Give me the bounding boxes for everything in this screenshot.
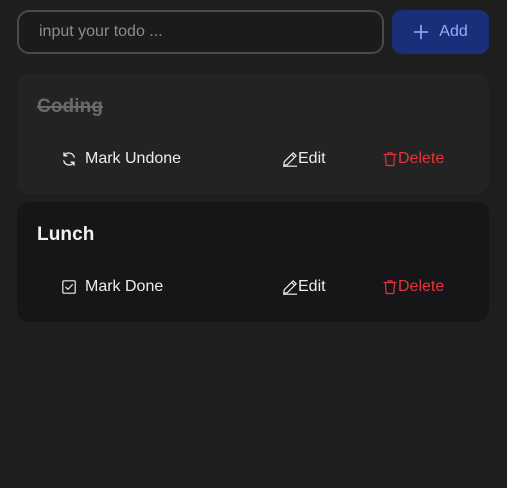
input-row: Add [17, 10, 489, 54]
todo-actions: Mark Undone Edit Delete [17, 148, 489, 170]
edit-button[interactable]: Edit [282, 148, 326, 170]
delete-button[interactable]: Delete [382, 148, 444, 170]
delete-button[interactable]: Delete [382, 276, 444, 298]
plus-icon [413, 24, 429, 40]
todo-title: Coding [37, 96, 104, 117]
refresh-icon [61, 151, 77, 167]
mark-done-button[interactable]: Mark Done [61, 276, 163, 298]
delete-label: Delete [398, 278, 445, 295]
edit-button[interactable]: Edit [282, 276, 326, 298]
delete-label: Delete [398, 150, 445, 167]
todo-title: Lunch [37, 224, 95, 245]
trash-icon [382, 151, 398, 167]
mark-undone-button[interactable]: Mark Undone [61, 148, 181, 170]
add-button-label: Add [439, 23, 468, 40]
edit-label: Edit [298, 150, 326, 167]
mark-undone-label: Mark Undone [85, 150, 182, 167]
trash-icon [382, 279, 398, 295]
checkbox-icon [61, 279, 77, 295]
todo-actions: Mark Done Edit Delete [17, 276, 489, 298]
todo-card: Lunch Mark Done Edit Delete [17, 202, 489, 322]
add-button[interactable]: Add [392, 10, 489, 54]
todo-app: Add Coding Mark Undone [0, 0, 507, 488]
edit-label: Edit [298, 278, 326, 295]
pencil-icon [282, 151, 298, 167]
todo-card: Coding Mark Undone Edit Delete [17, 74, 489, 194]
todo-input[interactable] [17, 10, 384, 54]
mark-done-label: Mark Done [85, 278, 164, 295]
pencil-icon [282, 279, 298, 295]
